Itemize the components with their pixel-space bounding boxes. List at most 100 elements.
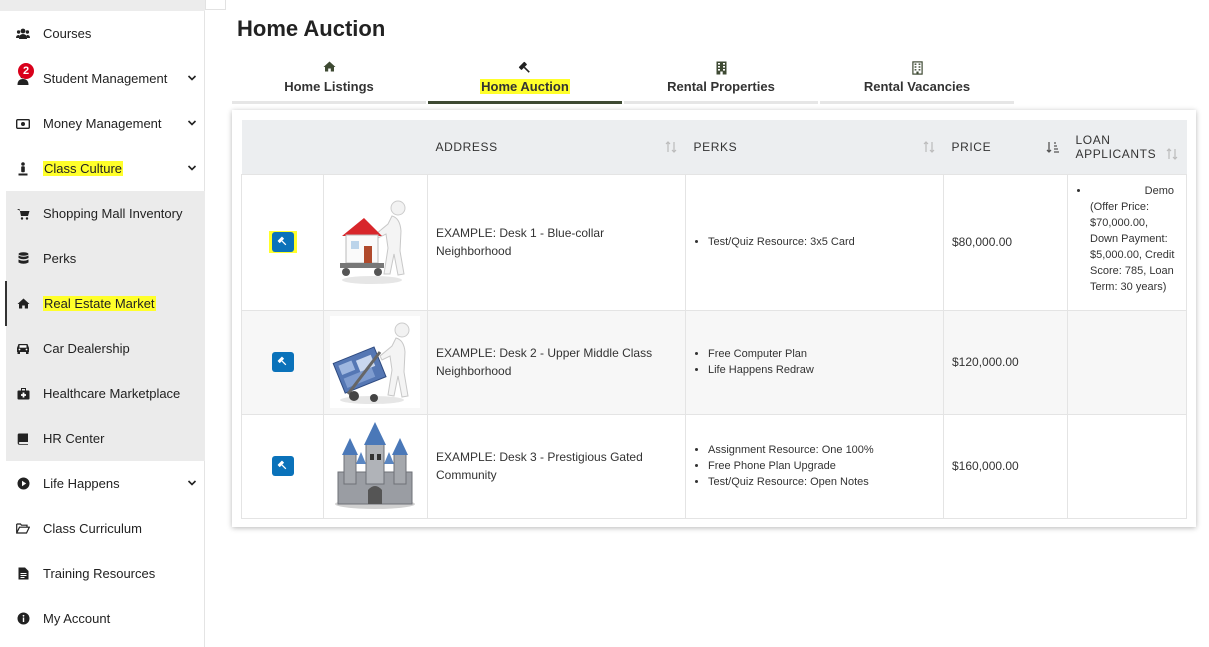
header-label: ADDRESS	[435, 139, 498, 154]
sidebar-item-label: Shopping Mall Inventory	[43, 206, 183, 221]
sidebar-item-student-management[interactable]: 2 Student Management	[0, 56, 205, 101]
table-header-row: ADDRESS PERKS PRICE LOAN APPLICANTS	[241, 120, 1187, 174]
sidebar-item-hr-center[interactable]: HR Center	[0, 416, 205, 461]
sidebar-item-perks[interactable]: Perks	[0, 236, 205, 281]
property-image-cell	[323, 413, 428, 519]
header-loan-applicants[interactable]: LOAN APPLICANTS	[1067, 120, 1187, 174]
bid-button[interactable]	[271, 351, 294, 372]
loan-applicants-cell: Demo (Offer Price: $70,000.00, Down Payme…	[1067, 173, 1187, 311]
chevron-down-icon	[187, 480, 197, 486]
perks-cell: Test/Quiz Resource: 3x5 Card	[685, 173, 944, 311]
loan-applicants-cell	[1067, 309, 1187, 415]
property-image-cell	[323, 309, 428, 415]
gavel-icon	[428, 61, 622, 75]
person-icon	[16, 161, 30, 176]
table-row: EXAMPLE: Desk 3 - Prestigious Gated Comm…	[241, 413, 1187, 519]
sidebar-item-healthcare-marketplace[interactable]: Healthcare Marketplace	[0, 371, 205, 416]
sidebar-item-money-management[interactable]: Money Management	[0, 101, 205, 146]
action-cell	[241, 413, 324, 519]
sort-icon[interactable]	[922, 140, 936, 154]
header-address[interactable]: ADDRESS	[427, 120, 686, 174]
sidebar-item-training-resources[interactable]: Training Resources	[0, 551, 205, 596]
collapse-tab[interactable]	[205, 0, 226, 10]
sidebar-item-label: Money Management	[43, 116, 162, 131]
car-icon	[16, 342, 30, 356]
house-cart-image	[340, 200, 406, 284]
address-cell: EXAMPLE: Desk 1 - Blue-collar Neighborho…	[427, 173, 686, 311]
medkit-icon	[16, 387, 30, 401]
loan-applicant-list: Demo (Offer Price: $70,000.00, Down Payme…	[1076, 183, 1178, 295]
header-action	[241, 120, 324, 174]
sidebar-item-car-dealership[interactable]: Car Dealership	[0, 326, 205, 371]
chevron-down-icon	[187, 165, 197, 171]
tab-underline	[232, 101, 426, 104]
users-icon	[16, 27, 30, 41]
perk-item: Free Computer Plan	[708, 346, 935, 362]
header-label: PRICE	[951, 139, 992, 154]
sidebar-item-shopping-mall-inventory[interactable]: Shopping Mall Inventory	[0, 191, 205, 236]
perk-item: Test/Quiz Resource: 3x5 Card	[708, 234, 935, 250]
home-icon	[16, 297, 30, 311]
sort-asc-icon[interactable]	[1046, 140, 1060, 154]
header-image	[323, 120, 428, 174]
book-icon	[16, 432, 30, 446]
tab-underline	[820, 101, 1014, 104]
page-title: Home Auction	[237, 16, 386, 41]
applicant-details: (Offer Price: $70,000.00, Down Payment: …	[1090, 200, 1175, 293]
gavel-icon	[277, 236, 287, 246]
perk-item: Assignment Resource: One 100%	[708, 442, 935, 458]
dolly-image	[330, 316, 420, 408]
sidebar: Courses 2 Student Management Money Manag…	[0, 0, 205, 647]
sidebar-item-label: Car Dealership	[43, 341, 130, 356]
cart-icon	[16, 207, 30, 221]
money-icon	[16, 117, 30, 131]
perks-cell: Assignment Resource: One 100% Free Phone…	[685, 413, 944, 519]
perks-list: Assignment Resource: One 100% Free Phone…	[694, 442, 935, 490]
tab-label: Home Listings	[284, 79, 374, 94]
tab-rental-vacancies[interactable]: Rental Vacancies	[820, 58, 1014, 104]
table-row: EXAMPLE: Desk 1 - Blue-collar Neighborho…	[241, 173, 1187, 311]
bid-button[interactable]	[271, 231, 294, 252]
castle-image	[335, 422, 415, 509]
info-circle-icon	[16, 612, 30, 626]
sort-icon[interactable]	[1165, 147, 1179, 161]
header-label: PERKS	[693, 139, 738, 154]
sidebar-item-label: Perks	[43, 251, 77, 266]
header-label: LOAN APPLICANTS	[1075, 132, 1157, 161]
tab-label: Home Auction	[480, 79, 570, 94]
tab-rental-properties[interactable]: Rental Properties	[624, 58, 818, 104]
price-cell: $120,000.00	[943, 309, 1068, 415]
home-icon	[232, 61, 426, 75]
price-cell: $80,000.00	[943, 173, 1068, 311]
sidebar-item-my-account[interactable]: My Account	[0, 596, 205, 641]
address-cell: EXAMPLE: Desk 3 - Prestigious Gated Comm…	[427, 413, 686, 519]
sidebar-item-life-happens[interactable]: Life Happens	[0, 461, 205, 506]
sort-icon[interactable]	[664, 140, 678, 154]
tab-home-listings[interactable]: Home Listings	[232, 58, 426, 104]
tab-label: Rental Vacancies	[863, 79, 971, 94]
sidebar-item-label: Class Culture	[43, 161, 124, 176]
tab-home-auction[interactable]: Home Auction	[428, 58, 622, 104]
sidebar-item-class-curriculum[interactable]: Class Curriculum	[0, 506, 205, 551]
perk-item: Test/Quiz Resource: Open Notes	[708, 474, 935, 490]
chevron-down-icon	[187, 120, 197, 126]
gavel-icon	[277, 460, 287, 470]
sidebar-item-courses[interactable]: Courses	[0, 11, 205, 56]
price-cell: $160,000.00	[943, 413, 1068, 519]
applicant-name: Demo	[1144, 184, 1174, 197]
header-perks[interactable]: PERKS	[685, 120, 944, 174]
tab-underline	[624, 101, 818, 104]
gavel-icon	[277, 356, 287, 366]
sidebar-item-label: HR Center	[43, 431, 105, 446]
header-price[interactable]: PRICE	[943, 120, 1068, 174]
perk-item: Life Happens Redraw	[708, 362, 935, 378]
action-cell	[241, 173, 324, 311]
tab-label: Rental Properties	[667, 79, 775, 94]
play-circle-icon	[16, 477, 30, 491]
sidebar-item-class-culture[interactable]: Class Culture	[0, 146, 205, 191]
auction-card: ADDRESS PERKS PRICE LOAN APPLICANTS EXAM…	[232, 110, 1196, 527]
sidebar-item-real-estate-market[interactable]: Real Estate Market	[0, 281, 205, 326]
sidebar-item-label: Class Curriculum	[43, 521, 142, 536]
bid-button[interactable]	[271, 455, 294, 476]
sidebar-item-label: Student Management	[43, 71, 168, 86]
